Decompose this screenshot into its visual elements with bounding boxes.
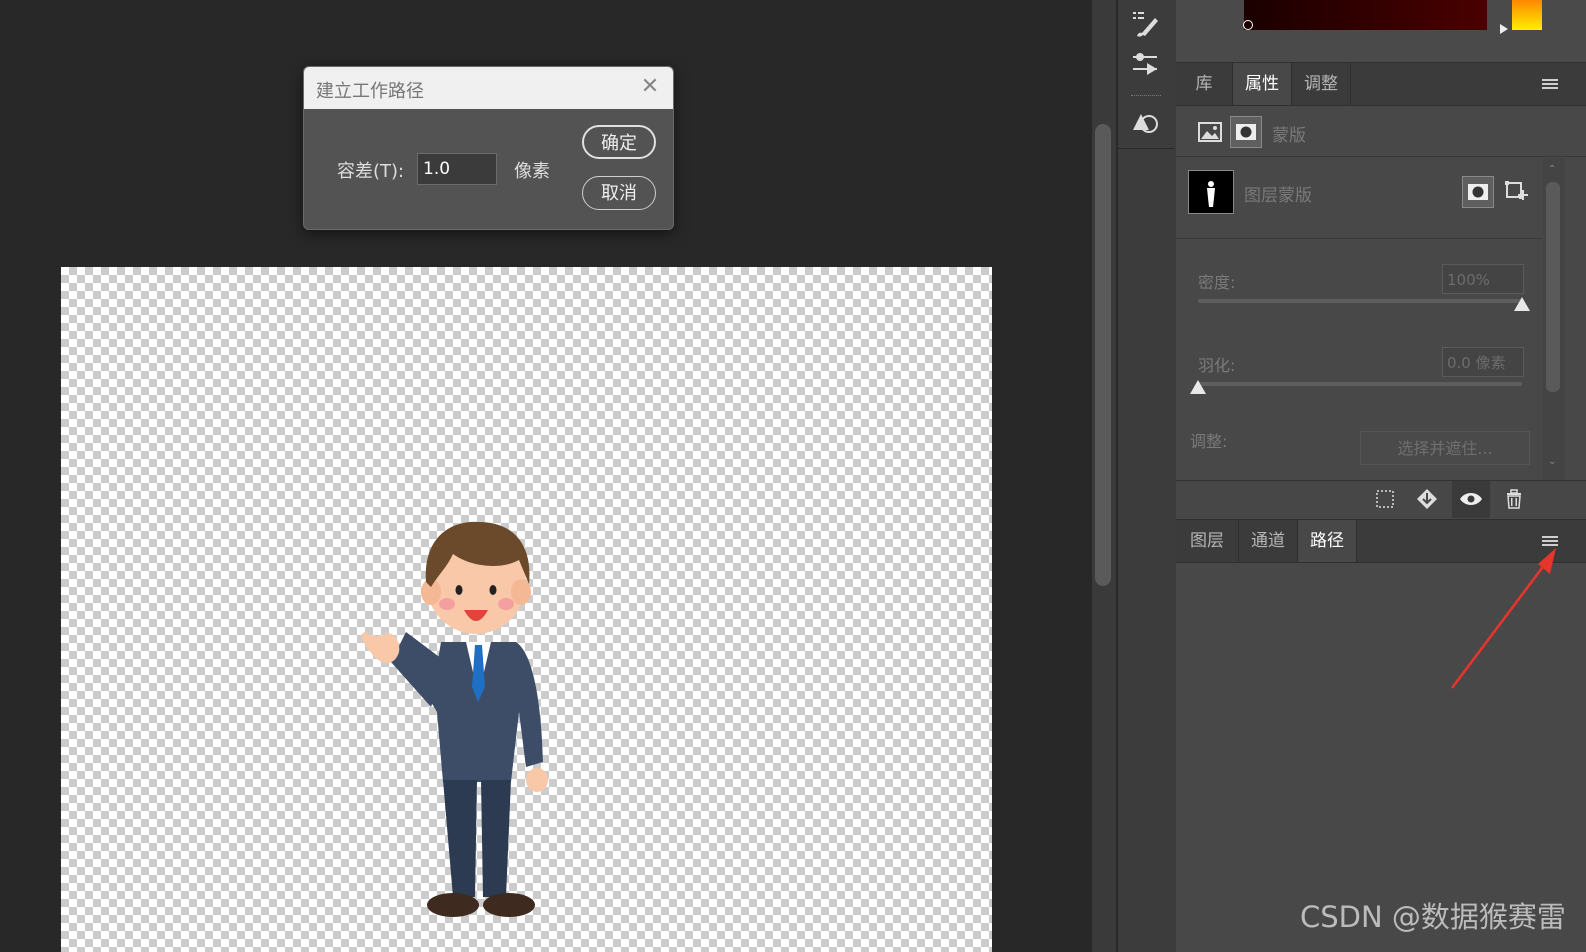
- tab-paths[interactable]: 路径: [1298, 520, 1357, 562]
- vector-mask-button[interactable]: [1230, 116, 1262, 148]
- pixel-mask-add-icon: [1468, 184, 1488, 200]
- close-icon[interactable]: ✕: [639, 76, 661, 98]
- mask-type-label: 蒙版: [1272, 126, 1306, 146]
- select-and-mask-button[interactable]: 选择并遮住...: [1360, 431, 1530, 465]
- properties-scrollbar-thumb[interactable]: [1546, 182, 1560, 392]
- brush-settings-icon[interactable]: [1127, 6, 1163, 42]
- feather-slider-knob[interactable]: [1190, 380, 1206, 394]
- workspace-scrollbar-thumb[interactable]: [1095, 124, 1111, 586]
- panel-tool-strip: [1117, 0, 1177, 952]
- apply-mask-icon[interactable]: [1415, 487, 1439, 511]
- density-slider-knob[interactable]: [1514, 297, 1530, 311]
- tolerance-input[interactable]: [417, 153, 497, 185]
- ok-button[interactable]: 确定: [582, 125, 656, 159]
- cancel-button[interactable]: 取消: [582, 176, 656, 210]
- shapes-icon[interactable]: [1127, 104, 1163, 140]
- scroll-down-icon[interactable]: ⌄: [1548, 456, 1556, 467]
- hue-slider[interactable]: [1512, 0, 1542, 30]
- tab-channels[interactable]: 通道: [1239, 520, 1298, 562]
- trash-icon[interactable]: [1502, 487, 1526, 511]
- layer-mask-thumbnail[interactable]: [1188, 170, 1234, 214]
- scroll-up-icon[interactable]: ⌃: [1548, 164, 1556, 175]
- pixel-mask-icon[interactable]: [1196, 118, 1224, 146]
- layer-mask-label: 图层蒙版: [1244, 186, 1312, 206]
- mask-silhouette-icon: [1207, 181, 1215, 207]
- panel-menu-icon[interactable]: [1542, 79, 1558, 91]
- color-picker-cursor[interactable]: [1243, 20, 1253, 30]
- color-picker-field[interactable]: [1244, 0, 1487, 30]
- add-pixel-mask-button[interactable]: [1462, 176, 1494, 208]
- tool-strip-divider: [1131, 95, 1161, 98]
- tolerance-label: 容差(T):: [337, 161, 405, 182]
- businessman-illustration: [361, 521, 548, 917]
- tab-properties[interactable]: 属性: [1233, 63, 1292, 105]
- feather-label: 羽化:: [1198, 356, 1236, 375]
- tab-layers[interactable]: 图层: [1176, 520, 1239, 562]
- disable-mask-button[interactable]: [1452, 481, 1490, 518]
- feather-slider-track[interactable]: [1198, 382, 1522, 386]
- adjustments-icon[interactable]: [1127, 46, 1163, 82]
- tool-strip-separator: [1118, 148, 1174, 149]
- make-work-path-dialog: 建立工作路径 ✕ 容差(T): 像素 确定 取消: [303, 66, 674, 230]
- refine-label: 调整:: [1190, 432, 1228, 451]
- panel-separator: [1176, 156, 1586, 157]
- watermark: CSDN @数据猴赛雷: [1300, 900, 1566, 934]
- hue-slider-pointer[interactable]: [1500, 24, 1508, 34]
- document-canvas[interactable]: [61, 267, 992, 952]
- density-label: 密度:: [1198, 273, 1236, 292]
- dialog-title: 建立工作路径: [316, 81, 424, 102]
- tolerance-unit: 像素: [514, 161, 550, 182]
- add-vector-mask-icon[interactable]: [1502, 178, 1530, 206]
- tab-library[interactable]: 库: [1176, 63, 1233, 105]
- feather-input[interactable]: 0.0 像素: [1442, 347, 1524, 377]
- panel-separator: [1176, 238, 1542, 239]
- annotation-arrow: [1451, 548, 1556, 689]
- selection-from-mask-icon[interactable]: [1373, 487, 1397, 511]
- density-input[interactable]: 100%: [1442, 264, 1524, 294]
- mask-circle-icon: [1236, 124, 1256, 140]
- visibility-eye-icon: [1460, 493, 1482, 505]
- tab-adjustments[interactable]: 调整: [1292, 63, 1351, 105]
- density-slider-track[interactable]: [1198, 299, 1522, 303]
